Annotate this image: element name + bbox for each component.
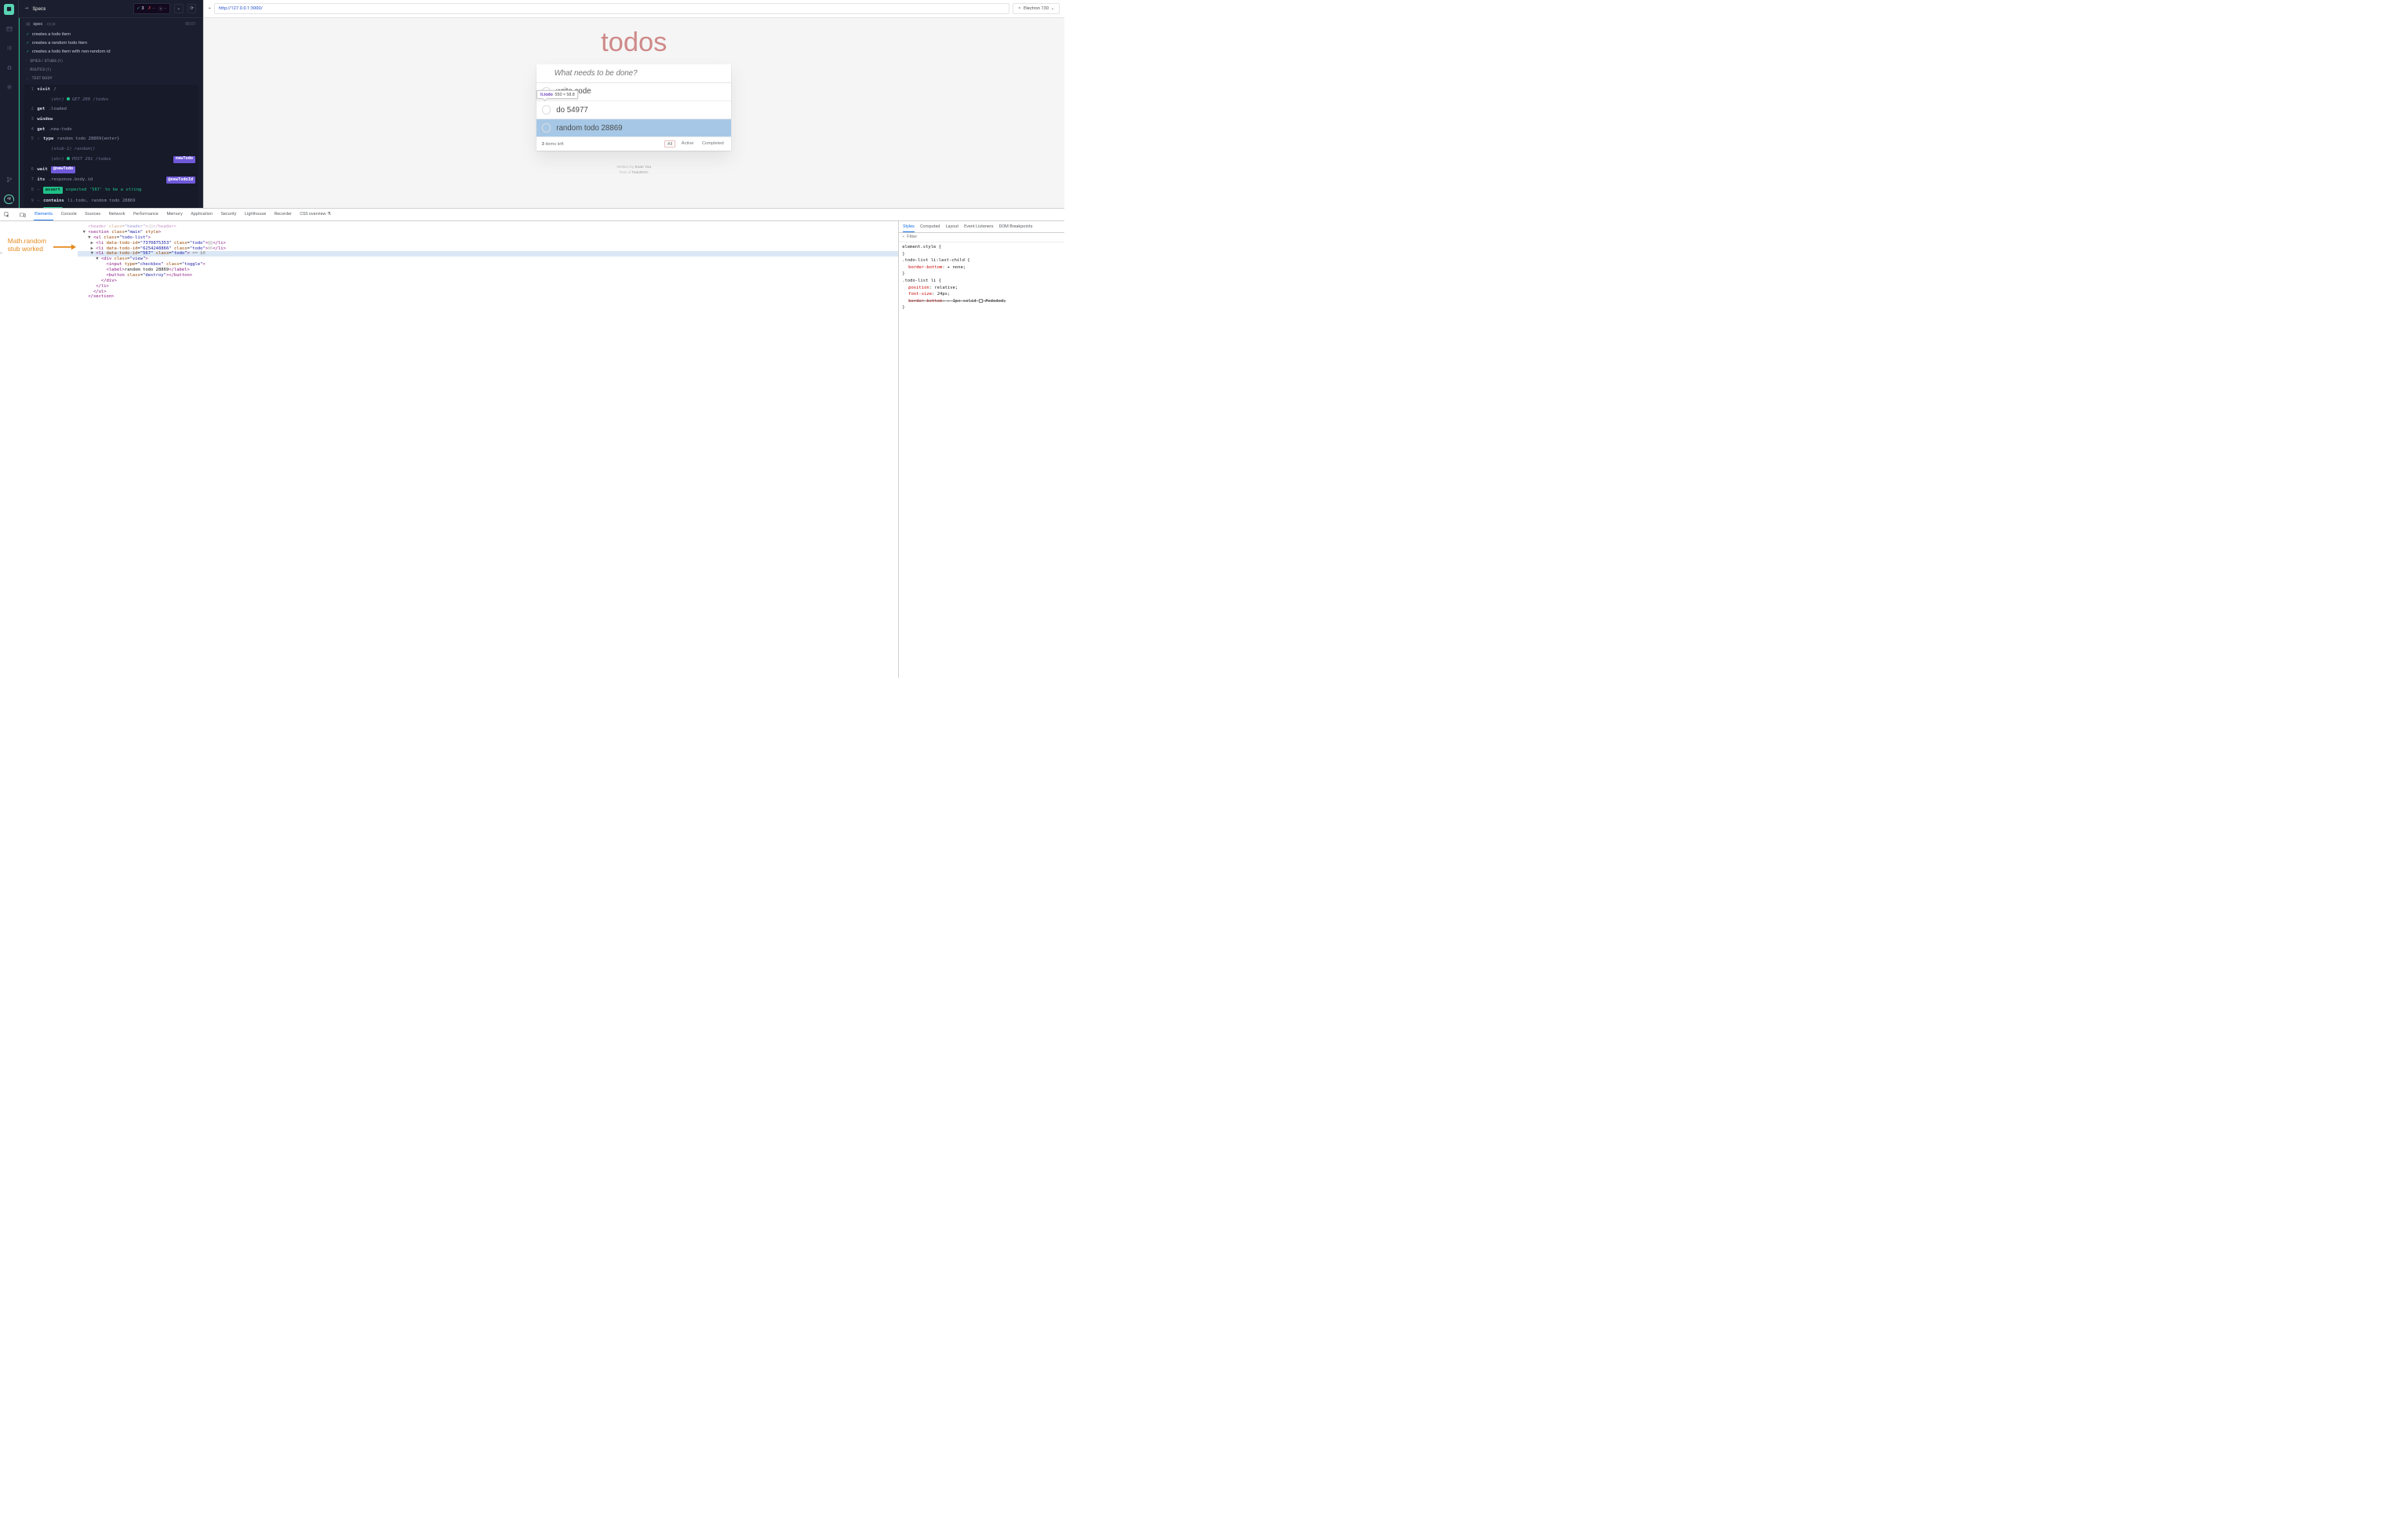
filter-active[interactable]: Active — [679, 140, 697, 148]
devtools-tab-application[interactable]: Application — [190, 209, 213, 220]
breadcrumb-ellipsis-icon[interactable]: ⋯ — [0, 251, 2, 256]
debug-icon[interactable] — [4, 63, 14, 73]
command-row[interactable]: 6wait @newTodo — [24, 165, 198, 175]
devtools-tab-sources[interactable]: Sources — [84, 209, 101, 220]
command-row[interactable]: (xhr) POST 201 /todosnewTodo — [24, 155, 198, 165]
inspect-icon[interactable] — [3, 212, 12, 217]
activity-bar: cy — [0, 0, 19, 208]
command-row[interactable]: (stub-1) random() — [24, 144, 198, 155]
author-link[interactable]: Evan You — [635, 166, 652, 169]
todo-footer: 3 items left AllActiveCompleted — [537, 137, 731, 151]
command-row[interactable]: 3window — [24, 115, 198, 125]
new-todo-input[interactable] — [537, 64, 731, 83]
css-rule[interactable]: element.style {} — [902, 244, 1060, 257]
dom-node[interactable]: <input type="checkbox" class="toggle"> — [78, 262, 898, 268]
command-row[interactable]: 8assert expected '567' to be a string — [24, 185, 198, 195]
section-header[interactable]: › ROUTES (1) — [20, 65, 202, 74]
runner-title: Specs — [32, 5, 45, 12]
element-tooltip: li.todo 550 × 58.8 — [537, 90, 578, 100]
filter-all[interactable]: All — [664, 140, 676, 148]
dom-node[interactable]: </section> — [78, 294, 898, 300]
settings-icon[interactable] — [4, 82, 14, 92]
specs-list-icon[interactable] — [4, 43, 14, 53]
dom-node[interactable]: ▶ <li data-todo-id="7370875353" class="t… — [78, 240, 898, 246]
toggle-checkbox[interactable] — [542, 123, 551, 132]
styles-tab-layout[interactable]: Layout — [946, 221, 959, 232]
dom-node[interactable]: </div> — [78, 278, 898, 283]
command-row[interactable]: 2get .loaded — [24, 104, 198, 115]
command-row[interactable]: 4get .new-todo — [24, 124, 198, 134]
devtools-tab-elements[interactable]: Elements — [34, 209, 53, 220]
section-header[interactable]: › SPIES / STUBS (1) — [20, 56, 202, 65]
user-annotation: Math.randomstub worked — [8, 237, 46, 253]
device-toolbar-icon[interactable] — [18, 213, 27, 217]
dom-node[interactable]: ▼ <ul class="todo-list"> — [78, 235, 898, 240]
project-link[interactable]: TodoMVC — [631, 171, 648, 175]
dom-node[interactable]: <label>random todo 28869</label> — [78, 268, 898, 273]
devtools-tabs: Elements Console Sources Network Performance… — [0, 209, 1064, 221]
devtools-tab-recorder[interactable]: Recorder — [274, 209, 293, 220]
todo-item[interactable]: do 54977li.todo 550 × 58.8 — [537, 101, 731, 119]
styles-tab-dom-breakpoints[interactable]: DOM Breakpoints — [999, 221, 1033, 232]
spec-file-row[interactable]: ▤ spec.cy.js 00:01 — [19, 18, 202, 30]
app-credits: Written by Evan You Part of TodoMVC — [537, 165, 731, 177]
dom-node[interactable]: </ul> — [78, 289, 898, 294]
dom-node[interactable]: ▼ <li data-todo-id="567" class="todo"> =… — [78, 251, 898, 257]
dom-node[interactable]: ▼ <div class="view"> — [78, 257, 898, 262]
branch-icon[interactable] — [4, 175, 14, 185]
dashboard-icon[interactable] — [4, 24, 14, 34]
collapse-icon[interactable]: ⇥ — [24, 6, 28, 11]
selector-playground-icon[interactable]: ⌖ — [209, 6, 211, 12]
todo-item[interactable]: random todo 28869 — [537, 119, 731, 137]
browser-select[interactable]: ✦ Electron 130 ⌄ — [1013, 3, 1060, 13]
app-logo-icon[interactable] — [4, 4, 14, 14]
test-row[interactable]: creates a random todo item — [20, 38, 202, 47]
electron-icon: ✦ — [1018, 6, 1022, 11]
devtools-tab-security[interactable]: Security — [220, 209, 238, 220]
styles-tab-event-listeners[interactable]: Event Listeners — [964, 221, 993, 232]
dom-node[interactable]: </li> — [78, 283, 898, 289]
test-row[interactable]: creates a todo item — [20, 30, 202, 38]
devtools-panel: Elements Console Sources Network Performance… — [0, 208, 1064, 677]
file-icon: ▤ — [26, 22, 30, 27]
dom-node[interactable]: ▼ <section class="main" style> — [78, 230, 898, 235]
section-header[interactable]: ⌄ TEST BODY — [20, 75, 202, 83]
command-log: 1visit /(xhr) GET 200 /todos2get .loaded… — [24, 85, 198, 209]
chevron-down-icon[interactable]: ⌄ — [174, 4, 183, 13]
styles-tab-computed[interactable]: Computed — [920, 221, 940, 232]
devtools-tab-network[interactable]: Network — [108, 209, 125, 220]
chevron-down-icon: ⌄ — [1051, 6, 1055, 11]
styles-tab-styles[interactable]: Styles — [903, 221, 915, 232]
command-row[interactable]: 7its .response.body.id@newTodoId — [24, 175, 198, 185]
run-stats: ✓3 ✗-- ⦿-- — [133, 3, 170, 14]
url-input[interactable]: http://127.0.0.1:3000/ — [214, 3, 1009, 13]
devtools-tab-css-overview[interactable]: CSS overview ⚗ — [300, 209, 332, 220]
dom-node[interactable]: ▶ <li data-todo-id="6254248866" class="t… — [78, 246, 898, 251]
devtools-tab-performance[interactable]: Performance — [133, 209, 159, 220]
refresh-icon[interactable]: ⟳ — [187, 4, 196, 13]
dom-node[interactable]: <header class="header"></header> — [78, 224, 898, 230]
app-title: todos — [537, 27, 731, 58]
devtools-tab-lighthouse[interactable]: Lighthouse — [244, 209, 267, 220]
app-under-test: ⌖ http://127.0.0.1:3000/ ✦ Electron 130 … — [203, 0, 1064, 208]
devtools-tab-console[interactable]: Console — [60, 209, 78, 220]
test-row[interactable]: creates a todo item with non-random id — [20, 48, 202, 56]
cypress-logo-icon[interactable]: cy — [4, 195, 13, 204]
command-row[interactable]: 1visit / — [24, 85, 198, 95]
command-row[interactable]: 5type random todo 28869{enter} — [24, 134, 198, 144]
command-row[interactable]: 9contains li.todo, random todo 28869 — [24, 195, 198, 206]
filter-completed[interactable]: Completed — [700, 140, 726, 148]
test-runner-panel: ⇥ Specs ✓3 ✗-- ⦿-- ⌄ ⟳ ▤ spec.cy.js 00:0… — [19, 0, 202, 208]
styles-filter-input[interactable] — [907, 235, 1060, 239]
toggle-checkbox[interactable] — [542, 105, 551, 114]
command-row[interactable]: (xhr) GET 200 /todos — [24, 94, 198, 104]
devtools-tab-memory[interactable]: Memory — [166, 209, 184, 220]
elements-tree[interactable]: Math.randomstub worked ⋯ <header class="… — [0, 221, 898, 678]
css-rule[interactable]: .todo-list li {position: relative;font-s… — [902, 278, 1060, 311]
styles-panel: Styles Computed Layout Event Listeners DOM B… — [898, 221, 1064, 678]
css-rule[interactable]: .todo-list li:last-child {border-bottom:… — [902, 257, 1060, 278]
filter-icon: ⑂ — [902, 235, 904, 239]
dom-node[interactable]: <button class="destroy"></button> — [78, 273, 898, 279]
spec-duration: 00:01 — [185, 22, 195, 27]
